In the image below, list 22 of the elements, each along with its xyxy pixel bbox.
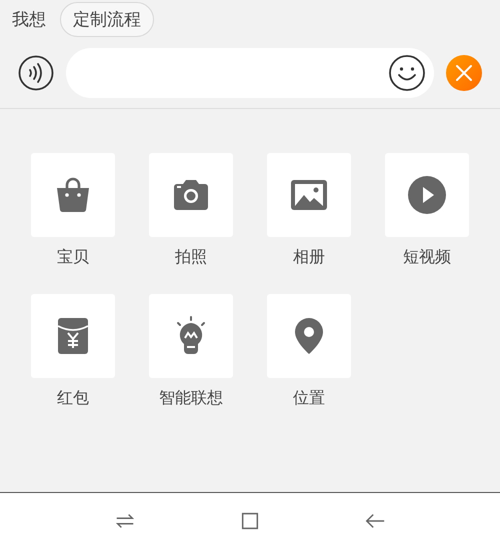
voice-icon[interactable]: [18, 55, 54, 91]
feature-tile[interactable]: [267, 294, 351, 378]
feature-label: 相册: [293, 247, 325, 268]
suggestion-chip[interactable]: 定制流程: [60, 2, 154, 36]
feature-label: 短视频: [403, 247, 451, 268]
square-icon[interactable]: [239, 510, 261, 532]
feature-tile[interactable]: [385, 153, 469, 237]
input-field[interactable]: [66, 48, 434, 98]
feature-tile[interactable]: [31, 294, 115, 378]
feature-tile[interactable]: [31, 153, 115, 237]
emoji-icon[interactable]: [388, 54, 426, 92]
play-icon: [407, 175, 447, 215]
close-button[interactable]: [446, 55, 482, 91]
feature-tile[interactable]: [267, 153, 351, 237]
prompt-label: 我想: [12, 8, 46, 30]
feature-label: 红包: [57, 388, 89, 409]
feature-label: 拍照: [175, 247, 207, 268]
feature-label: 智能联想: [159, 388, 223, 409]
feature-label: 位置: [293, 388, 325, 409]
feature-tile[interactable]: [149, 294, 233, 378]
feature-label: 宝贝: [57, 247, 89, 268]
feature-tile[interactable]: [149, 153, 233, 237]
